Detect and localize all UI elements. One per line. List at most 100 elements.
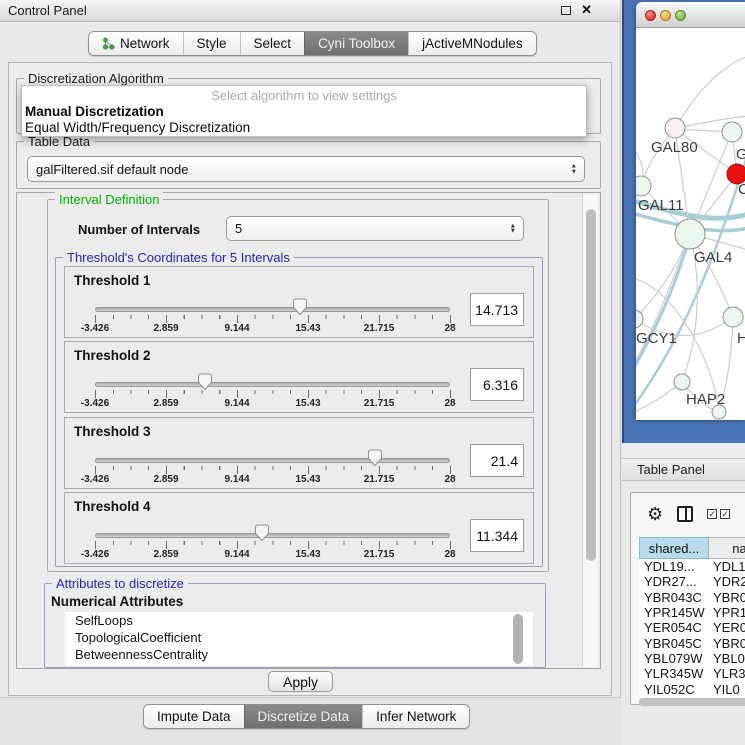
checkbox-checked-icon[interactable]: ✓ bbox=[720, 509, 730, 519]
tab-network[interactable]: Network bbox=[89, 32, 183, 55]
column-header-name[interactable]: na bbox=[709, 537, 745, 559]
tab-infer-network[interactable]: Infer Network bbox=[362, 705, 469, 728]
tab-impute-data[interactable]: Impute Data bbox=[144, 705, 244, 728]
threshold-4-value-field[interactable] bbox=[470, 519, 524, 552]
attribute-list-item[interactable]: TopologicalCoefficient bbox=[65, 629, 533, 646]
table-cell: YBR0 bbox=[709, 636, 745, 651]
threshold-3-slider[interactable]: -3.4262.8599.14415.4321.71528 bbox=[65, 418, 465, 490]
settings-scrollbar[interactable] bbox=[582, 194, 598, 667]
tab-style-label: Style bbox=[197, 36, 227, 51]
tab-select[interactable]: Select bbox=[240, 32, 305, 55]
settings-scroll-panel: Interval Definition Number of Intervals … bbox=[16, 192, 601, 669]
node-hap2[interactable] bbox=[674, 374, 690, 390]
table-horizontal-scrollbar[interactable] bbox=[639, 698, 745, 706]
checkbox-checked-icon[interactable]: ✓ bbox=[707, 509, 717, 519]
zoom-traffic-light-icon[interactable] bbox=[675, 10, 686, 21]
table-data-combobox[interactable]: galFiltered.sif default node ▲▼ bbox=[27, 156, 585, 182]
table-cell: YIL0 bbox=[709, 682, 745, 697]
threshold-3-slider-thumb[interactable] bbox=[367, 449, 383, 467]
tab-impute-data-label: Impute Data bbox=[157, 709, 231, 724]
slider-track[interactable] bbox=[95, 382, 450, 387]
algorithm-dropdown-popup: Select algorithm to view settings Manual… bbox=[21, 85, 587, 137]
threshold-2-slider-thumb[interactable] bbox=[197, 373, 213, 391]
table-body: YDL19...YDL1YDR27...YDR2YBR043CYBR0YPR14… bbox=[639, 559, 745, 697]
bottom-tab-strip: Impute Data Discretize Data Infer Networ… bbox=[0, 697, 621, 745]
table-cell: YLR345W bbox=[639, 666, 709, 681]
tab-jactivemnodules[interactable]: jActiveMNodules bbox=[408, 32, 536, 55]
network-view-window[interactable]: GAL80 GA C GAL11 GAL4 GCY1 H HAP2 bbox=[636, 2, 745, 420]
threshold-3-value-field[interactable] bbox=[470, 444, 524, 477]
table-row[interactable]: YIL052CYIL0 bbox=[639, 681, 745, 696]
slider-track[interactable] bbox=[95, 307, 450, 312]
threshold-1-slider-thumb[interactable] bbox=[292, 298, 308, 316]
threshold-1-value-field[interactable] bbox=[470, 293, 524, 326]
right-region: GAL80 GA C GAL11 GAL4 GCY1 H HAP2 Table … bbox=[622, 0, 745, 745]
slider-ticks bbox=[95, 541, 451, 550]
node-table-panel: ⚙ ✓ ✓ shared... na YDL19...YDL1YDR27...Y… bbox=[630, 492, 745, 705]
threshold-4-slider[interactable]: -3.4262.8599.14415.4321.71528 bbox=[65, 493, 465, 565]
tab-network-label: Network bbox=[120, 36, 170, 51]
node-label-hap2: HAP2 bbox=[686, 391, 725, 408]
node-gal4[interactable] bbox=[675, 219, 705, 249]
axis-tick-label: 28 bbox=[444, 323, 455, 334]
table-panel-title: Table Panel bbox=[637, 462, 705, 477]
table-row[interactable]: YDR27...YDR2 bbox=[639, 574, 745, 589]
settings-scrollbar-thumb[interactable] bbox=[586, 209, 596, 561]
tab-discretize-data[interactable]: Discretize Data bbox=[244, 705, 363, 728]
table-row[interactable]: YER054CYER0 bbox=[639, 620, 745, 635]
close-icon[interactable]: ✕ bbox=[581, 4, 592, 16]
attribute-list-item[interactable]: BetweennessCentrality bbox=[65, 646, 533, 663]
cyni-toolbox-panel: Discretization Algorithm ▲▼ Select algor… bbox=[8, 62, 612, 696]
threshold-2-value-field[interactable] bbox=[470, 368, 524, 401]
node-gcy1[interactable] bbox=[636, 310, 643, 328]
table-row[interactable]: YBL079WYBL0 bbox=[639, 651, 745, 666]
gear-icon[interactable]: ⚙ bbox=[647, 505, 663, 523]
column-header-shared-name[interactable]: shared... bbox=[639, 537, 709, 559]
application-window: Control Panel ✕ Network Style Select Cyn… bbox=[0, 0, 745, 745]
table-cell: YDR2 bbox=[709, 574, 745, 589]
node-gal11[interactable] bbox=[636, 176, 651, 196]
table-row[interactable]: YBR045CYBR0 bbox=[639, 635, 745, 650]
axis-tick-label: 28 bbox=[444, 474, 455, 485]
table-hscroll-thumb[interactable] bbox=[639, 698, 745, 706]
slider-track[interactable] bbox=[95, 533, 450, 538]
table-row[interactable]: YBR043CYBR0 bbox=[639, 590, 745, 605]
network-canvas[interactable]: GAL80 GA C GAL11 GAL4 GCY1 H HAP2 bbox=[636, 28, 745, 420]
interval-definition-title: Interval Definition bbox=[55, 192, 163, 207]
float-window-icon[interactable] bbox=[561, 6, 571, 15]
dropdown-option-equal-width-frequency[interactable]: Equal Width/Frequency Discretization bbox=[25, 120, 250, 135]
tab-style[interactable]: Style bbox=[183, 32, 240, 55]
node-top-right[interactable] bbox=[722, 122, 742, 142]
table-cell: YPR1 bbox=[709, 605, 745, 620]
node-right[interactable] bbox=[723, 307, 743, 327]
axis-tick-label: -3.426 bbox=[81, 398, 109, 409]
node-gal80[interactable] bbox=[665, 118, 685, 138]
network-window-titlebar[interactable] bbox=[636, 2, 745, 28]
apply-button[interactable]: Apply bbox=[268, 671, 333, 692]
number-of-intervals-combobox[interactable]: 5 ▲▼ bbox=[226, 216, 524, 241]
attribute-list-item[interactable]: SelfLoops bbox=[65, 612, 533, 629]
table-row[interactable]: YDL19...YDL1 bbox=[639, 559, 745, 574]
select-columns-icons[interactable]: ✓ ✓ bbox=[707, 509, 730, 519]
numerical-attributes-list[interactable]: SelfLoopsTopologicalCoefficientBetweenne… bbox=[65, 612, 533, 666]
threshold-2-slider[interactable]: -3.4262.8599.14415.4321.71528 bbox=[65, 342, 465, 414]
slider-track[interactable] bbox=[95, 458, 450, 463]
tab-cyni-toolbox[interactable]: Cyni Toolbox bbox=[304, 32, 408, 55]
table-cell: YPR145W bbox=[639, 605, 709, 620]
table-row[interactable]: YLR345WYLR3 bbox=[639, 666, 745, 681]
control-panel: Control Panel ✕ Network Style Select Cyn… bbox=[0, 0, 621, 745]
dropdown-option-manual-discretization[interactable]: Manual Discretization bbox=[25, 104, 164, 119]
axis-tick-label: 15.43 bbox=[295, 323, 320, 334]
axis-tick-label: 28 bbox=[444, 398, 455, 409]
table-cell: YDL19... bbox=[639, 559, 709, 574]
threshold-4-panel: Threshold 4 -3.4262.8599.14415.4321.7152… bbox=[64, 492, 534, 564]
minimize-traffic-light-icon[interactable] bbox=[660, 10, 671, 21]
threshold-1-slider[interactable]: -3.4262.8599.14415.4321.71528 bbox=[65, 267, 465, 339]
split-columns-icon[interactable] bbox=[677, 506, 693, 522]
close-traffic-light-icon[interactable] bbox=[645, 10, 656, 21]
table-cell: YER054C bbox=[639, 620, 709, 635]
threshold-4-slider-thumb[interactable] bbox=[254, 524, 270, 542]
table-row[interactable]: YPR145WYPR1 bbox=[639, 605, 745, 620]
attributes-list-scrollbar[interactable] bbox=[513, 614, 523, 664]
axis-tick-label: -3.426 bbox=[81, 323, 109, 334]
